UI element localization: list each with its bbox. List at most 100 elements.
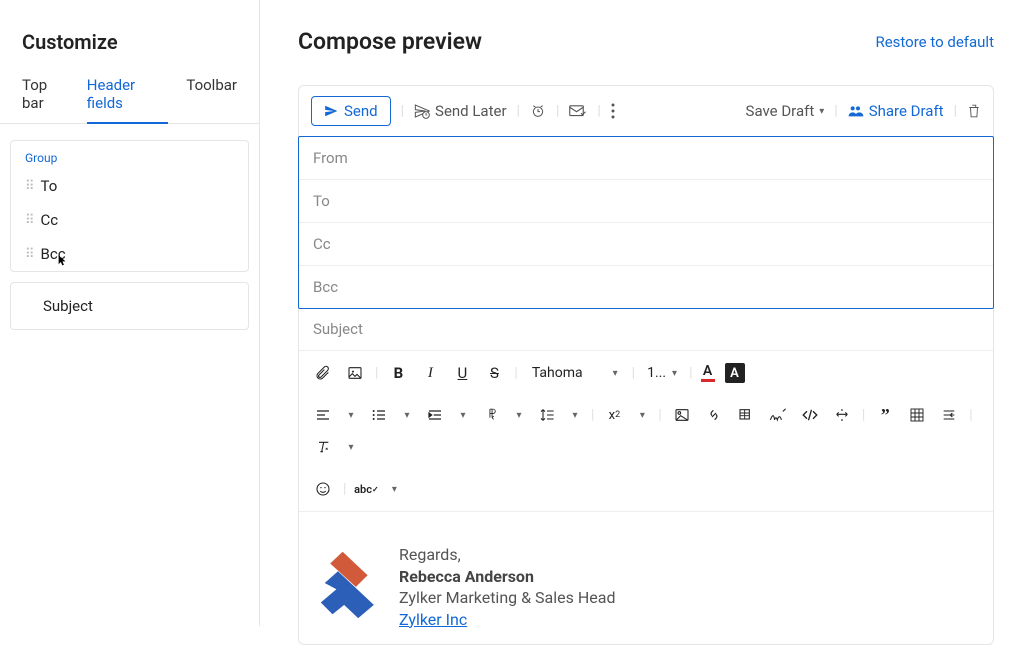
script-more[interactable]: ▾ [632, 401, 652, 429]
main-panel: Compose preview Restore to default Send … [260, 0, 1022, 626]
insert-table-button[interactable] [732, 401, 760, 429]
hr-icon [941, 407, 957, 423]
group-item-to[interactable]: ⠿ To [11, 169, 248, 203]
emoji-icon [315, 481, 331, 497]
table-plus-icon [738, 407, 754, 423]
trash-icon [967, 103, 981, 119]
font-select[interactable]: Tahoma ▾ [524, 362, 626, 384]
bg-color-button[interactable]: A [721, 359, 749, 387]
drag-handle-icon: ⠿ [25, 213, 33, 228]
compose-toolbar: Send | Send Later | | | Save Draft ▾ [299, 86, 993, 137]
underline-button[interactable]: U [448, 359, 476, 387]
bcc-field[interactable]: Bcc [299, 266, 993, 308]
direction-icon [483, 407, 499, 423]
share-draft-label: Share Draft [869, 102, 944, 120]
list-button[interactable] [365, 401, 393, 429]
chevron-down-icon: ▾ [672, 368, 677, 379]
font-name: Tahoma [532, 365, 583, 381]
font-size: 1... [647, 365, 666, 381]
separator: | [860, 407, 867, 423]
share-draft-button[interactable]: Share Draft [848, 102, 944, 120]
send-label: Send [344, 102, 378, 120]
separator: | [401, 103, 404, 119]
superscript-button[interactable]: x2 [600, 401, 628, 429]
tab-top-bar[interactable]: Top bar [22, 68, 69, 123]
insert-link-button[interactable] [700, 401, 728, 429]
group-item-label: Bcc [41, 245, 66, 263]
tab-header-fields[interactable]: Header fields [87, 68, 169, 124]
group-label: Group [11, 141, 248, 169]
spellcheck-button[interactable]: abc✓ [352, 475, 380, 503]
hr-button[interactable] [935, 401, 963, 429]
delete-button[interactable] [967, 103, 981, 119]
bold-button[interactable]: B [384, 359, 412, 387]
to-field[interactable]: To [299, 180, 993, 223]
insert-image-button[interactable] [668, 401, 696, 429]
direction-button[interactable] [477, 401, 505, 429]
signature-regards: Regards, [399, 544, 615, 566]
strike-button[interactable]: S [480, 359, 508, 387]
signature-company-link[interactable]: Zylker Inc [399, 609, 615, 631]
italic-button[interactable]: I [416, 359, 444, 387]
restore-link[interactable]: Restore to default [875, 33, 994, 51]
editor-toolbar: | B I U S | Tahoma ▾ | 1... ▾ | A A ▾ ▾ [299, 351, 993, 512]
send-button[interactable]: Send [311, 96, 391, 126]
from-field[interactable]: From [299, 137, 993, 180]
sidebar-tabs: Top bar Header fields Toolbar [0, 68, 259, 124]
separator: | [373, 365, 380, 381]
mail-check-icon [569, 104, 587, 118]
grid-icon [909, 407, 925, 423]
html-button[interactable] [828, 401, 856, 429]
chevron-down-icon: ▾ [819, 106, 824, 117]
quote-button[interactable]: ” [871, 401, 899, 429]
paperclip-icon [315, 365, 331, 381]
drag-handle-icon: ⠿ [25, 179, 33, 194]
group-item-label: Cc [41, 211, 59, 229]
align-icon [315, 408, 331, 422]
group-item-cc[interactable]: ⠿ Cc [11, 203, 248, 237]
clear-format-icon [315, 439, 331, 455]
indent-more[interactable]: ▾ [453, 401, 473, 429]
text-color-button[interactable]: A [699, 362, 717, 384]
group-item-bcc[interactable]: ⠿ Bcc [11, 237, 248, 271]
list-more[interactable]: ▾ [397, 401, 417, 429]
send-later-button[interactable]: Send Later [414, 102, 507, 120]
link-icon [706, 407, 722, 423]
subject-item[interactable]: Subject [10, 282, 249, 330]
customize-sidebar: Customize Top bar Header fields Toolbar … [0, 0, 260, 626]
emoji-button[interactable] [309, 475, 337, 503]
header-fields-area: From To Cc Bcc [298, 136, 994, 309]
more-button[interactable] [611, 103, 615, 119]
group-item-label: To [41, 177, 58, 195]
list-icon [371, 408, 387, 422]
subject-item-label: Subject [43, 297, 93, 315]
code-button[interactable] [796, 401, 824, 429]
cc-field[interactable]: Cc [299, 223, 993, 266]
reminder-button[interactable] [530, 103, 546, 119]
signature-text: Regards, Rebecca Anderson Zylker Marketi… [399, 544, 615, 630]
save-draft-button[interactable]: Save Draft ▾ [746, 102, 825, 120]
clear-format-button[interactable] [309, 433, 337, 461]
align-more[interactable]: ▾ [341, 401, 361, 429]
size-select[interactable]: 1... ▾ [641, 362, 683, 384]
subject-field[interactable]: Subject [299, 308, 993, 351]
lineheight-more[interactable]: ▾ [565, 401, 585, 429]
signature-name: Rebecca Anderson [399, 566, 615, 588]
separator: | [687, 365, 694, 381]
lineheight-button[interactable] [533, 401, 561, 429]
tab-toolbar[interactable]: Toolbar [186, 68, 237, 123]
image-icon [347, 365, 363, 381]
spellcheck-more[interactable]: ▾ [384, 475, 404, 503]
separator: | [954, 103, 957, 119]
read-receipt-button[interactable] [569, 104, 587, 118]
attach-button[interactable] [309, 359, 337, 387]
clear-format-more[interactable]: ▾ [341, 433, 361, 461]
direction-more[interactable]: ▾ [509, 401, 529, 429]
sidebar-title: Customize [0, 30, 259, 68]
image-button[interactable] [341, 359, 369, 387]
indent-button[interactable] [421, 401, 449, 429]
align-button[interactable] [309, 401, 337, 429]
more-icon [611, 103, 615, 119]
grid-button[interactable] [903, 401, 931, 429]
signature-button[interactable] [764, 401, 792, 429]
